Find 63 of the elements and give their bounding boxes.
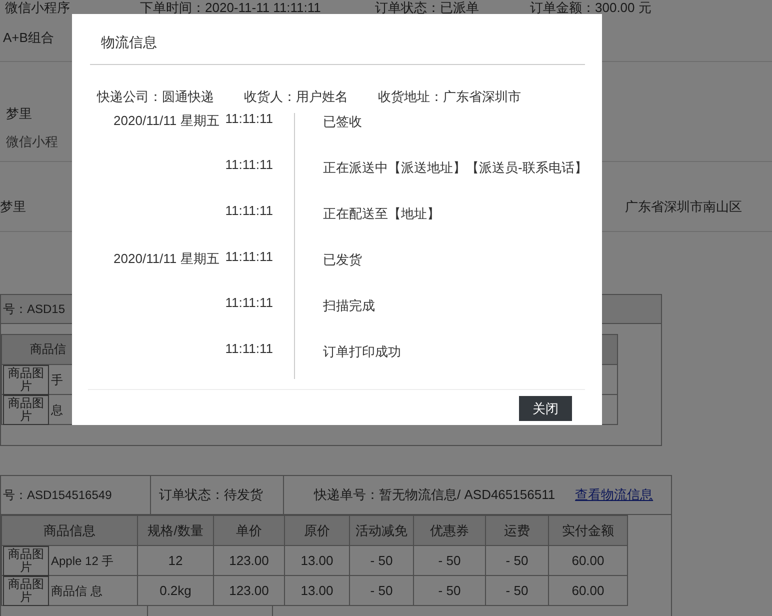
table-cell: - 50 xyxy=(486,546,548,576)
product-name: 息 xyxy=(50,402,63,416)
buyer-name: 梦里 xyxy=(6,105,33,123)
event-time: 11:11:11 xyxy=(225,295,273,311)
event-text: 正在派送中【派送地址】【派送员-联系电话】 xyxy=(323,160,588,175)
buyer-name: 梦里 xyxy=(0,198,26,216)
column-header: 原价 xyxy=(284,516,350,546)
order-info: 订单状态：待发货 xyxy=(159,486,263,504)
event-text: 扫描完成 xyxy=(323,298,375,313)
table-cell: 13.00 xyxy=(284,576,350,606)
column-header: 运费 xyxy=(486,516,548,546)
column-header: 活动减免 xyxy=(350,516,414,546)
event-time: 11:11:11 xyxy=(225,203,273,219)
bundle-name: A+B组合 xyxy=(3,30,54,45)
event-text: 正在配送至【地址】 xyxy=(323,206,440,221)
broken-image-frame: 商品图片 xyxy=(3,394,49,424)
table-cell: - 50 xyxy=(414,546,486,576)
address-text: 广东省深圳市南山区 xyxy=(625,198,742,216)
order-info: 快递单号：暂无物流信息/ ASD465156511 xyxy=(314,486,556,504)
table-cell: - 50 xyxy=(486,576,548,606)
table-cell: 13.00 xyxy=(284,546,350,576)
order-info: 号：ASD154516549 xyxy=(3,486,112,504)
close-button[interactable]: 关闭 xyxy=(519,396,572,421)
broken-image-frame: 商品图片 xyxy=(3,576,49,606)
event-time: 11:11:11 xyxy=(225,157,273,173)
order-summary-text: 订单状态：已派单 xyxy=(375,0,480,17)
order-source: 微信小程 xyxy=(6,133,58,151)
order-summary-text: 订单金额：300.00 元 xyxy=(530,0,652,17)
shipping-info: 收货地址：广东省深圳市 xyxy=(378,89,521,105)
table-cell: 0.2kg xyxy=(138,576,214,606)
order-info: 号：ASD15 xyxy=(3,300,66,318)
event-time: 11:11:11 xyxy=(225,249,273,265)
event-date: 2020/11/11 星期五 xyxy=(114,251,220,267)
event-text: 已发货 xyxy=(323,252,362,267)
broken-image-frame: 商品图片 xyxy=(3,364,49,394)
broken-image-frame: 商品图片 xyxy=(3,546,49,576)
table-cell: 123.00 xyxy=(214,546,284,576)
table-cell: 60.00 xyxy=(548,576,628,606)
event-time: 11:11:11 xyxy=(225,111,273,127)
column-header: 规格/数量 xyxy=(138,516,214,546)
product-name: 手 xyxy=(50,372,63,386)
column-header: 单价 xyxy=(214,516,284,546)
table-cell: - 50 xyxy=(350,546,414,576)
product-name: 商品信 息 xyxy=(50,584,104,598)
product-name: Apple 12 手 xyxy=(50,554,115,568)
event-text: 订单打印成功 xyxy=(323,344,401,359)
column-header: 实付金额 xyxy=(548,516,628,546)
table-cell: 12 xyxy=(138,546,214,576)
table-cell: 123.00 xyxy=(214,576,284,606)
event-text: 已签收 xyxy=(323,114,362,129)
table-cell: 60.00 xyxy=(548,546,628,576)
column-header: 商品信息 xyxy=(2,516,138,546)
shipping-info: 快递公司：圆通快递 xyxy=(97,89,214,105)
table-cell: - 50 xyxy=(414,576,486,606)
event-date: 2020/11/11 星期五 xyxy=(114,113,220,129)
view-logistics-link[interactable]: 查看物流信息 xyxy=(575,486,654,504)
order-summary-text: 微信小程序 xyxy=(5,0,71,17)
table-cell: - 50 xyxy=(350,576,414,606)
dialog-title: 物流信息 xyxy=(100,33,158,52)
order-summary-text: 下单时间：2020-11-11 11:11:11 xyxy=(140,0,322,17)
shipping-info: 收货人：用户姓名 xyxy=(244,89,348,105)
event-time: 11:11:11 xyxy=(225,341,273,357)
column-header: 优惠券 xyxy=(414,516,486,546)
